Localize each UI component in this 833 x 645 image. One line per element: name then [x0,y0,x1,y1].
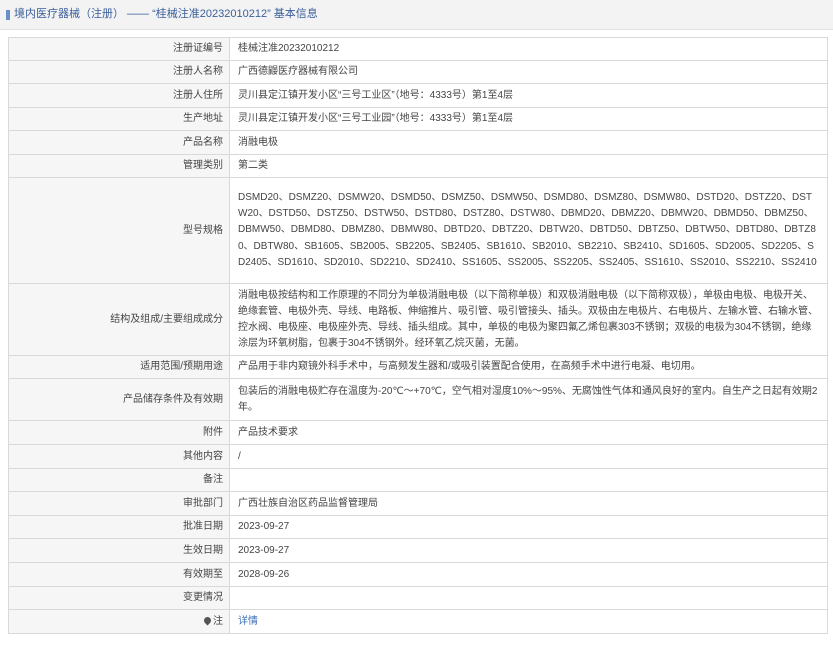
field-value-remark [229,468,828,492]
field-label-residence: 注册人住所 [8,83,230,108]
field-label-remark: 备注 [8,468,230,492]
detail-table: 注册证编号 桂械注准20232010212 注册人名称 广西德鼹医疗器械有限公司… [8,37,828,634]
field-value-reg-no: 桂械注准20232010212 [229,37,828,61]
field-label-approval-date: 批准日期 [8,515,230,539]
field-label-reg-no: 注册证编号 [8,37,230,61]
field-value-note: 详情 [229,609,828,634]
field-value-storage: 包装后的消融电极贮存在温度为-20℃～+70℃，空气相对湿度10%～95%、无腐… [229,378,828,421]
page-header: 境内医疗器械（注册） —— “桂械注准20232010212” 基本信息 [0,0,833,30]
field-label-management-class: 管理类别 [8,154,230,178]
field-label-changes: 变更情况 [8,586,230,610]
field-label-expiry-date: 有效期至 [8,562,230,587]
field-label-production-address: 生产地址 [8,107,230,131]
title-marker-icon [6,10,10,20]
field-value-other: / [229,444,828,469]
pin-icon [202,615,213,625]
table-row: 注册人名称 广西德鼹医疗器械有限公司 [8,60,828,84]
details-link[interactable]: 详情 [238,616,258,627]
field-label-effective-date: 生效日期 [8,538,230,563]
field-value-attachment: 产品技术要求 [229,420,828,445]
table-row: 备注 [8,468,828,492]
table-row: 变更情况 [8,586,828,610]
table-row: 批准日期 2023-09-27 [8,515,828,539]
field-value-management-class: 第二类 [229,154,828,178]
page-title: 境内医疗器械（注册） —— “桂械注准20232010212” 基本信息 [14,8,318,20]
field-value-approval-date: 2023-09-27 [229,515,828,539]
field-value-residence: 灵川县定江镇开发小区“三号工业区”（地号：4333号）第1至4层 [229,83,828,108]
field-label-registrant: 注册人名称 [8,60,230,84]
table-row: 型号规格 DSMD20、DSMZ20、DSMW20、DSMD50、DSMZ50、… [8,177,828,284]
field-label-scope: 适用范围/预期用途 [8,355,230,379]
table-row: 生产地址 灵川县定江镇开发小区“三号工业园”（地号：4333号）第1至4层 [8,107,828,131]
table-row: 产品储存条件及有效期 包装后的消融电极贮存在温度为-20℃～+70℃，空气相对湿… [8,378,828,421]
table-row: 注册人住所 灵川县定江镇开发小区“三号工业区”（地号：4333号）第1至4层 [8,83,828,108]
field-value-effective-date: 2023-09-27 [229,538,828,563]
table-row: 适用范围/预期用途 产品用于非内窥镜外科手术中，与高频发生器和/或吸引装置配合使… [8,355,828,379]
field-value-changes [229,586,828,610]
table-row: 其他内容 / [8,444,828,469]
field-value-production-address: 灵川县定江镇开发小区“三号工业园”（地号：4333号）第1至4层 [229,107,828,131]
field-value-scope: 产品用于非内窥镜外科手术中，与高频发生器和/或吸引装置配合使用，在高频手术中进行… [229,355,828,379]
field-label-approval-dept: 审批部门 [8,491,230,516]
table-row: 注 详情 [8,609,828,634]
field-label-models: 型号规格 [8,177,230,284]
table-row: 附件 产品技术要求 [8,420,828,445]
field-label-attachment: 附件 [8,420,230,445]
table-row: 审批部门 广西壮族自治区药品监督管理局 [8,491,828,516]
field-value-product-name: 消融电极 [229,130,828,155]
table-row: 结构及组成/主要组成成分 消融电极按结构和工作原理的不同分为单极消融电极（以下简… [8,283,828,356]
table-row: 生效日期 2023-09-27 [8,538,828,563]
field-value-models: DSMD20、DSMZ20、DSMW20、DSMD50、DSMZ50、DSMW5… [229,177,828,284]
table-row: 产品名称 消融电极 [8,130,828,155]
field-label-storage: 产品储存条件及有效期 [8,378,230,421]
note-label-text: 注 [213,615,223,627]
table-row: 有效期至 2028-09-26 [8,562,828,587]
field-label-other: 其他内容 [8,444,230,469]
field-label-structure: 结构及组成/主要组成成分 [8,283,230,356]
table-row: 管理类别 第二类 [8,154,828,178]
field-label-product-name: 产品名称 [8,130,230,155]
table-row: 注册证编号 桂械注准20232010212 [8,37,828,61]
field-value-registrant: 广西德鼹医疗器械有限公司 [229,60,828,84]
field-value-expiry-date: 2028-09-26 [229,562,828,587]
field-value-approval-dept: 广西壮族自治区药品监督管理局 [229,491,828,516]
field-value-structure: 消融电极按结构和工作原理的不同分为单极消融电极（以下简称单极）和双极消融电极（以… [229,283,828,356]
field-label-note: 注 [8,609,230,634]
